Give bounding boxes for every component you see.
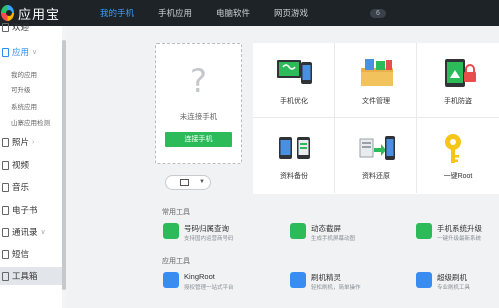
- tool-system-upgrade[interactable]: 手机系统升级 一键升级最新系统: [416, 221, 499, 245]
- sidebar-item-ebooks[interactable]: 电子书: [0, 201, 62, 219]
- tool-number-query[interactable]: 号码归属查询 支持国内运营商号码: [163, 221, 283, 245]
- device-switch-dropdown[interactable]: ▼: [165, 175, 211, 190]
- tab-phone-apps[interactable]: 手机应用: [146, 0, 204, 26]
- app-tools-title: 应用工具: [162, 258, 190, 265]
- sidebar-item-label: 照片: [12, 137, 30, 147]
- anti-theft-icon: [445, 59, 476, 87]
- sidebar-scrollbar-thumb[interactable]: [62, 40, 66, 290]
- sidebar-item-contacts[interactable]: 通讯录 ∨: [0, 223, 62, 241]
- contacts-icon: [2, 227, 9, 237]
- notification-badge[interactable]: 6: [370, 9, 386, 18]
- sidebar-item-my-apps[interactable]: 我的应用: [0, 67, 62, 81]
- sidebar: 欢迎 应用 ∨ 我的应用 可升级 系统应用 山寨应用检测 照片 › 视频 音乐 …: [0, 22, 66, 308]
- tab-my-phone[interactable]: 我的手机: [88, 0, 146, 26]
- tool-grid: 手机优化 文件管理 手机防盗 资料备份 资料还原 一键Root: [253, 43, 499, 194]
- tool-label: 手机优化: [280, 98, 308, 105]
- screenshot-icon: [290, 223, 306, 239]
- sidebar-item-system-apps[interactable]: 系统应用: [0, 99, 62, 113]
- tool-anti-theft[interactable]: 手机防盗: [417, 43, 499, 118]
- tool-desc: 一键升级最新系统: [437, 236, 482, 242]
- flash-wizard-icon: [290, 272, 306, 288]
- home-icon: [2, 22, 9, 32]
- number-query-icon: [163, 223, 179, 239]
- photo-icon: [2, 137, 9, 147]
- tool-label: 资料还原: [362, 173, 390, 180]
- root-key-icon: [445, 134, 461, 163]
- tool-desc: 授权管理一站式平台: [184, 285, 234, 291]
- sidebar-item-label: 应用: [12, 47, 30, 57]
- tool-one-key-root[interactable]: 一键Root: [417, 118, 499, 193]
- app-icon: [2, 47, 9, 57]
- tool-label: 文件管理: [362, 98, 390, 105]
- sidebar-item-toolbox[interactable]: 工具箱: [0, 267, 62, 285]
- tool-kingroot[interactable]: KingRoot 授权管理一站式平台: [163, 270, 283, 294]
- top-bar: 应用宝 我的手机 手机应用 电脑软件 网页游戏 6: [0, 0, 499, 26]
- sidebar-item-label: 工具箱: [12, 271, 38, 281]
- tool-backup[interactable]: 资料备份: [253, 118, 335, 193]
- tool-phone-optimize[interactable]: 手机优化: [253, 43, 335, 118]
- sidebar-item-apps[interactable]: 应用 ∨: [0, 43, 62, 61]
- device-plus-icon: [180, 179, 189, 186]
- sms-icon: [2, 249, 9, 259]
- sidebar-item-label: 短信: [12, 249, 30, 259]
- tab-pc-software[interactable]: 电脑软件: [204, 0, 262, 26]
- toolbox-icon: [2, 271, 9, 281]
- sidebar-item-welcome[interactable]: 欢迎: [0, 18, 62, 36]
- restore-icon: [359, 136, 395, 160]
- sidebar-item-photos[interactable]: 照片 ›: [0, 133, 62, 151]
- tool-name: 动态截屏: [311, 224, 341, 233]
- tool-label: 资料备份: [280, 173, 308, 180]
- file-manager-icon: [361, 59, 393, 86]
- sidebar-item-label: 通讯录: [12, 227, 38, 237]
- music-icon: [2, 182, 9, 192]
- tool-name: KingRoot: [184, 272, 215, 281]
- sidebar-item-upgradable[interactable]: 可升级: [0, 82, 62, 96]
- sidebar-item-video[interactable]: 视频: [0, 156, 62, 174]
- chevron-down-icon: ∨: [40, 229, 46, 236]
- tab-web-games[interactable]: 网页游戏: [262, 0, 320, 26]
- tool-file-manager[interactable]: 文件管理: [335, 43, 417, 118]
- unknown-device-icon: ?: [190, 62, 207, 100]
- tool-desc: 专业刷机工具: [437, 285, 471, 291]
- device-panel: ? 未连接手机 连接手机: [155, 43, 242, 164]
- tool-desc: 生成手机屏幕动图: [311, 236, 356, 242]
- connect-phone-button[interactable]: 连接手机: [165, 132, 232, 147]
- device-status: 未连接手机: [179, 112, 218, 121]
- chevron-down-icon: ∨: [32, 49, 38, 56]
- tool-label: 手机防盗: [444, 98, 472, 105]
- kingroot-icon: [163, 272, 179, 288]
- main-tabs: 我的手机 手机应用 电脑软件 网页游戏: [88, 0, 320, 26]
- tool-desc: 轻松刷机，简单操作: [311, 285, 361, 291]
- sidebar-item-label: 音乐: [12, 182, 30, 192]
- super-flash-icon: [416, 272, 432, 288]
- video-icon: [2, 160, 9, 170]
- chevron-right-icon: ›: [32, 138, 35, 146]
- tool-super-flash[interactable]: 超级刷机 专业刷机工具: [416, 270, 499, 294]
- tool-name: 手机系统升级: [437, 224, 482, 233]
- caret-down-icon: ▼: [199, 179, 205, 185]
- backup-icon: [279, 137, 310, 159]
- sidebar-item-label: 电子书: [12, 205, 38, 215]
- sidebar-item-label: 视频: [12, 160, 30, 170]
- tool-desc: 支持国内运营商号码: [184, 236, 234, 242]
- tool-name: 超级刷机: [437, 273, 467, 282]
- sidebar-item-label: 欢迎: [12, 22, 30, 32]
- system-upgrade-icon: [416, 223, 432, 239]
- tool-name: 号码归属查询: [184, 224, 229, 233]
- tool-name: 刷机精灵: [311, 273, 341, 282]
- sidebar-item-music[interactable]: 音乐: [0, 178, 62, 196]
- sidebar-item-fake-app-check[interactable]: 山寨应用检测: [0, 115, 62, 129]
- tool-dynamic-screenshot[interactable]: 动态截屏 生成手机屏幕动图: [290, 221, 410, 245]
- sidebar-item-sms[interactable]: 短信: [0, 245, 62, 263]
- book-icon: [2, 205, 9, 215]
- phone-optimize-icon: [277, 60, 312, 84]
- tool-label: 一键Root: [443, 173, 473, 180]
- common-tools-title: 常用工具: [162, 209, 190, 216]
- tool-flash-wizard[interactable]: 刷机精灵 轻松刷机，简单操作: [290, 270, 410, 294]
- tool-restore[interactable]: 资料还原: [335, 118, 417, 193]
